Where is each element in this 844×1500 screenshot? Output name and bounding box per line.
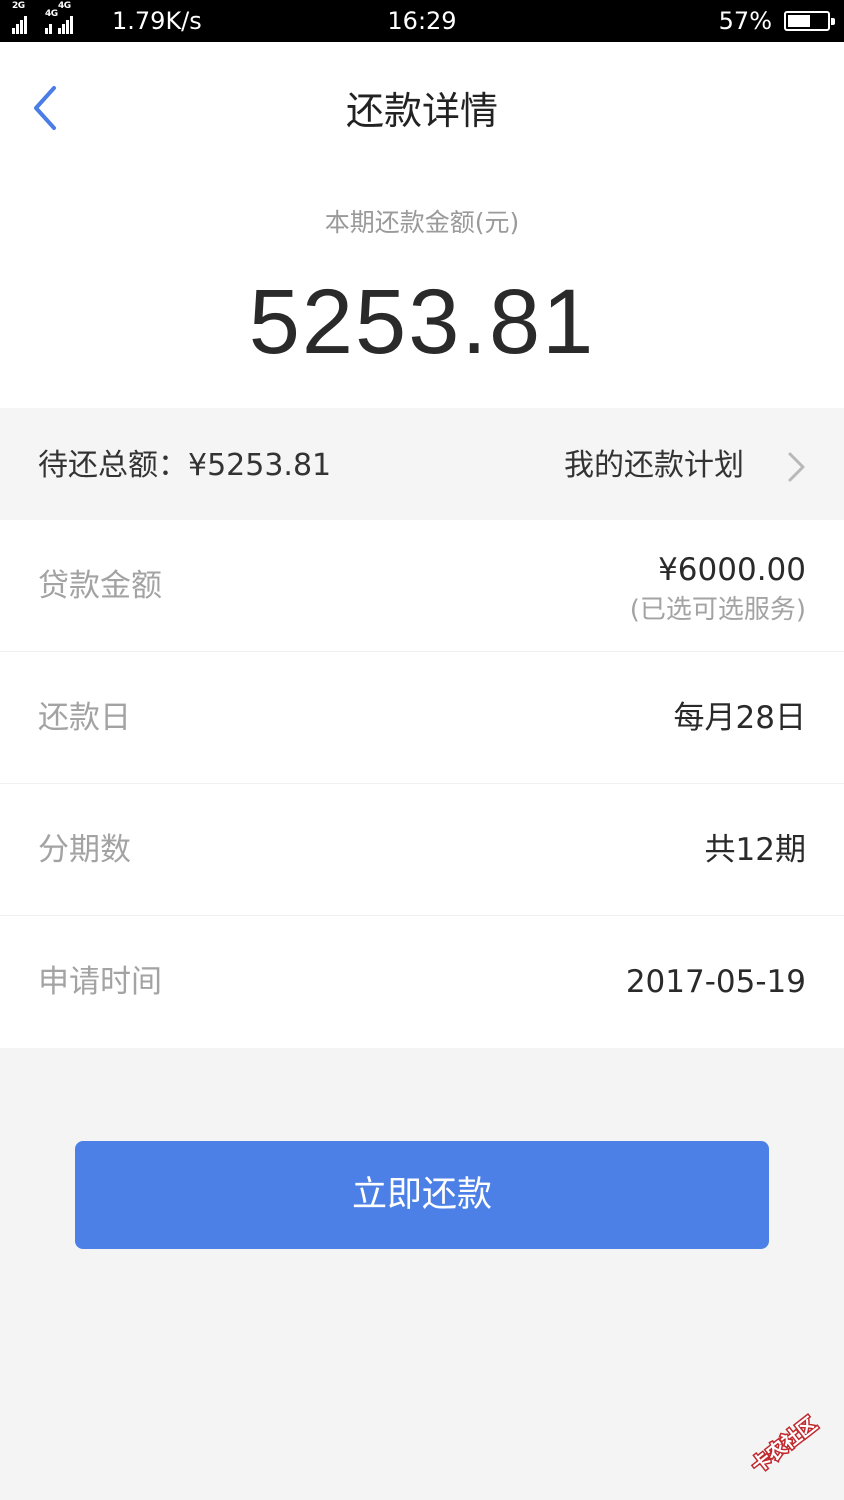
repayment-plan-link[interactable]: 我的还款计划 (564, 446, 744, 486)
status-bar: 2G 4G 4G 1.79K/s 16:29 57% (0, 0, 844, 42)
detail-label: 贷款金额 (38, 568, 162, 604)
detail-value: 2017-05-19 (625, 964, 806, 1000)
amount-label: 本期还款金额(元) (324, 208, 520, 237)
pay-now-button[interactable]: 立即还款 (75, 1141, 769, 1249)
clock: 16:29 (387, 7, 457, 35)
watermark-text: 卡农社区 (747, 1412, 821, 1477)
total-outstanding: 待还总额：¥5253.81 (38, 448, 332, 483)
detail-value: 每月28日 (673, 700, 806, 736)
detail-label: 还款日 (38, 700, 131, 736)
detail-label: 分期数 (38, 832, 131, 868)
detail-row-repay-day: 还款日 每月28日 (0, 652, 844, 784)
detail-row-loan-amount: 贷款金额 ¥6000.00 (已选可选服务) (0, 520, 844, 652)
detail-note: (已选可选服务) (629, 595, 806, 625)
repayment-plan-row[interactable]: 待还总额：¥5253.81 我的还款计划 (0, 408, 844, 520)
battery-icon (784, 11, 835, 31)
summary-section: 还款详情 本期还款金额(元) 5253.81 (0, 42, 844, 408)
current-amount: 5253.81 (248, 271, 596, 373)
page-title: 还款详情 (345, 89, 498, 133)
detail-label: 申请时间 (38, 964, 162, 1000)
detail-value: 共12期 (704, 832, 806, 868)
detail-row-installments: 分期数 共12期 (0, 784, 844, 916)
chevron-right-icon[interactable] (784, 450, 808, 484)
detail-row-apply-time: 申请时间 2017-05-19 (0, 916, 844, 1048)
watermark-logo: 卡农社区 (746, 1411, 823, 1479)
loan-details: 贷款金额 ¥6000.00 (已选可选服务) 还款日 每月28日 分期数 共12… (0, 520, 844, 1048)
battery-percent: 57% (718, 7, 772, 35)
detail-value: ¥6000.00 (658, 552, 806, 588)
